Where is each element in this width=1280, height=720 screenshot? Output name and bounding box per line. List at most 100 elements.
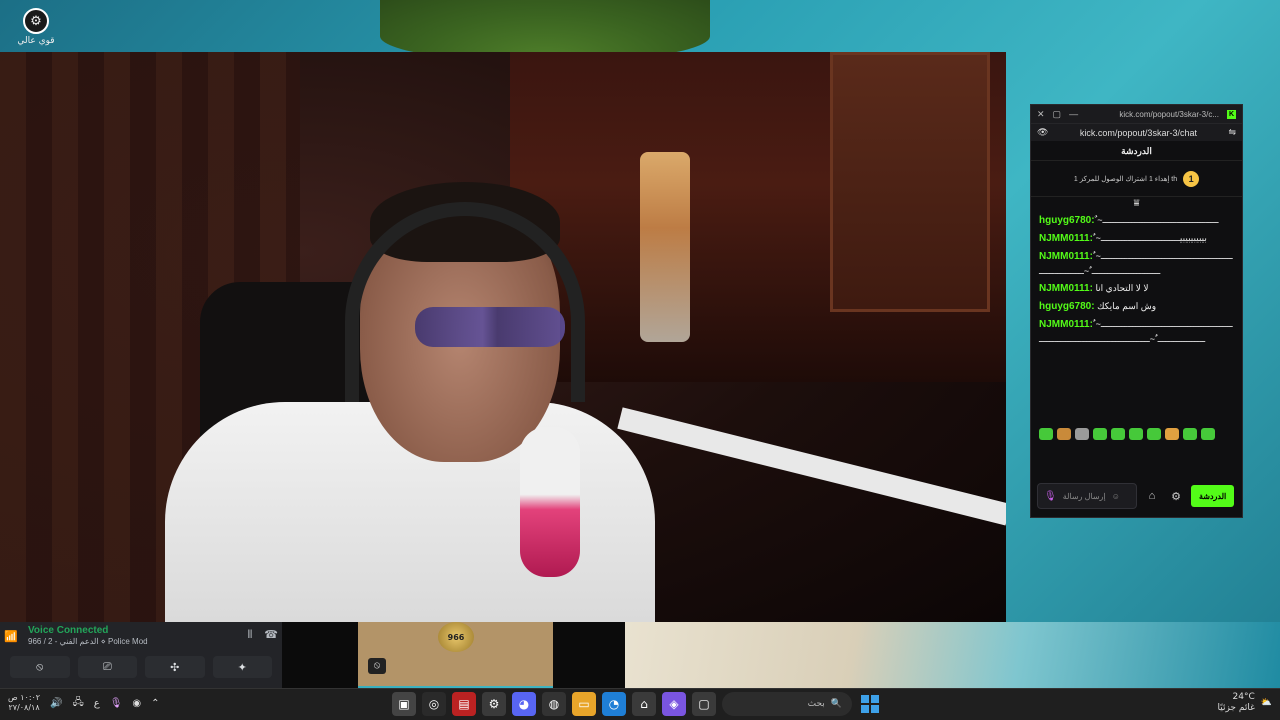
camera-off-button[interactable]: ⦸: [10, 656, 70, 678]
settings-app-icon[interactable]: ⚙: [482, 692, 506, 716]
weather-widget[interactable]: 24°C غائم جزئيًا ⛅: [1217, 692, 1272, 714]
app-tray-icon[interactable]: ◉: [132, 698, 141, 709]
emote-icon[interactable]: [1057, 428, 1071, 440]
chat-message-text: ٌ~ــــــــــــــــــــــــــــــــــــــ…: [1097, 215, 1219, 225]
screen-share-icon: ⎚: [102, 660, 112, 673]
chat-message: NJMM0111: ٌ~بيبيبيبيبيــــــــــــــــــ…: [1039, 231, 1234, 246]
chat-message: NJMM0111: ٌ~ــــــــــــــــــــــــــــ…: [1039, 249, 1234, 278]
chat-message: NJMM0111: ٌ~ــــــــــــــــــــــــــــ…: [1039, 317, 1234, 346]
tune-icon[interactable]: ⇋: [1228, 127, 1236, 138]
wallpaper-beach: [625, 622, 1280, 688]
emote-icon[interactable]: [1111, 428, 1125, 440]
chat-popout-window: ✕ ▢ — kick.com/popout/3skar-3/c... K 👁 k…: [1030, 104, 1243, 518]
chat-header: الدردشة: [1031, 141, 1242, 161]
chat-message-text: وش اسم مايكك: [1097, 301, 1157, 311]
emote-bar: [1031, 425, 1242, 443]
screen-share-button[interactable]: ⎚: [77, 656, 137, 678]
chat-input-placeholder: إرسال رسالة: [1062, 491, 1106, 501]
eye-icon[interactable]: 👁: [1037, 127, 1048, 138]
emoji-icon[interactable]: ☺: [1112, 492, 1120, 501]
emote-icon[interactable]: [1183, 428, 1197, 440]
mic-tray-icon[interactable]: 🎙: [110, 698, 123, 709]
chat-username[interactable]: NJMM0111:: [1039, 283, 1093, 294]
chat-input[interactable]: 🎙 إرسال رسالة ☺: [1037, 483, 1137, 509]
taskbar-app-icon[interactable]: ▣: [392, 692, 416, 716]
chrome-app-icon[interactable]: ◍: [542, 692, 566, 716]
chat-send-button[interactable]: الدردشة: [1191, 485, 1235, 507]
weather-cloud-icon: ⛅: [1260, 698, 1272, 708]
file-explorer-icon[interactable]: ▭: [572, 692, 596, 716]
taskbar-clock[interactable]: ١٠:٠٢ ص ٢٧/٠٨/١٨: [8, 693, 40, 713]
chat-url[interactable]: kick.com/popout/3skar-3/chat: [1054, 128, 1222, 138]
pinned-message[interactable]: إهداء 1 اشتراك الوصول للمركز 1 th 1: [1031, 161, 1242, 197]
emote-icon[interactable]: [1201, 428, 1215, 440]
store-app-icon[interactable]: ⌂: [632, 692, 656, 716]
chevron-up-icon[interactable]: ⌃: [151, 698, 159, 709]
emote-icon[interactable]: [1075, 428, 1089, 440]
chat-window-title: kick.com/popout/3skar-3/c...: [1119, 109, 1219, 119]
discord-app-icon[interactable]: ◕: [512, 692, 536, 716]
collapse-icon[interactable]: ⩸: [1031, 197, 1242, 211]
stream-video[interactable]: [0, 52, 1006, 622]
maximize-icon[interactable]: ▢: [1053, 109, 1062, 120]
emote-icon[interactable]: [1129, 428, 1143, 440]
weather-temp: 24°C: [1232, 692, 1255, 702]
chat-username[interactable]: NJMM0111:: [1039, 233, 1093, 244]
chat-username[interactable]: NJMM0111:: [1039, 319, 1093, 330]
close-icon[interactable]: ✕: [1037, 109, 1045, 120]
emote-icon[interactable]: [1093, 428, 1107, 440]
search-icon: 🔍: [830, 699, 842, 709]
disconnect-icon[interactable]: ☎: [264, 628, 278, 642]
edge-app-icon[interactable]: ◔: [602, 692, 626, 716]
network-icon[interactable]: 🖧: [73, 695, 84, 712]
kick-logo-icon: K: [1227, 109, 1236, 119]
soundboard-button[interactable]: ✦: [212, 656, 272, 678]
chat-username[interactable]: NJMM0111:: [1039, 251, 1093, 262]
chat-username[interactable]: hguyg6780:: [1039, 215, 1095, 226]
clock-time: ١٠:٠٢ ص: [8, 693, 41, 702]
minimize-icon[interactable]: —: [1069, 109, 1078, 119]
language-indicator[interactable]: ع: [94, 698, 100, 709]
chat-message-list: hguyg6780: ٌ~ـــــــــــــــــــــــــــ…: [1031, 211, 1242, 425]
taskbar: ١٠:٠٢ ص ٢٧/٠٨/١٨ 🔊 🖧 ع 🎙 ◉ ⌃ ▣ ◎ ▤ ⚙ ◕ ◍…: [0, 688, 1280, 720]
video-mic-arm: [617, 407, 1006, 526]
chat-message-text: لا لا التحادي انا: [1095, 283, 1149, 293]
store-icon[interactable]: ⌂: [1143, 490, 1161, 502]
taskbar-app-icon[interactable]: ▢: [692, 692, 716, 716]
weather-desc: غائم جزئيًا: [1217, 703, 1255, 713]
signal-icon[interactable]: 📶: [4, 630, 18, 643]
voice-status-title[interactable]: Voice Connected: [28, 625, 108, 636]
start-button[interactable]: [858, 692, 882, 716]
chat-message: NJMM0111: لا لا التحادي انا: [1039, 281, 1234, 296]
rank-badge: 966: [438, 622, 474, 652]
taskbar-app-icon[interactable]: ▤: [452, 692, 476, 716]
emote-icon[interactable]: [1147, 428, 1161, 440]
emote-icon[interactable]: [1165, 428, 1179, 440]
chat-username[interactable]: hguyg6780:: [1039, 301, 1095, 312]
video-cabinet-door: [830, 52, 990, 312]
microphone-icon[interactable]: 🎙: [1044, 491, 1057, 502]
video-vase: [640, 152, 690, 342]
clock-date: ٢٧/٠٨/١٨: [8, 703, 40, 712]
chat-titlebar: ✕ ▢ — kick.com/popout/3skar-3/c... K: [1031, 105, 1242, 123]
volume-icon[interactable]: 🔊: [50, 698, 62, 709]
voice-channel-label: الدعم الفني - 2 / 966 ⋄ Police Mod: [28, 637, 148, 646]
settings-gear-icon[interactable]: ⚙: [1167, 490, 1185, 503]
emote-icon[interactable]: [1039, 428, 1053, 440]
chat-message-text: ٌ~بيبيبيبيبيــــــــــــــــــــــــــــ…: [1095, 233, 1207, 243]
camera-off-small-icon[interactable]: ⦸: [368, 658, 386, 674]
copilot-app-icon[interactable]: ◈: [662, 692, 686, 716]
desktop-shortcut[interactable]: ⚙ قوي عالي: [14, 6, 58, 46]
chat-message: hguyg6780: وش اسم مايكك: [1039, 299, 1234, 314]
overlay-dark-right: [553, 622, 625, 688]
taskbar-search[interactable]: بحث 🔍: [722, 692, 852, 716]
search-label: بحث: [807, 699, 825, 709]
soundboard-icon: ✦: [237, 660, 247, 674]
noise-suppression-icon[interactable]: ⫴: [248, 628, 253, 642]
system-tray: ١٠:٠٢ ص ٢٧/٠٨/١٨ 🔊 🖧 ع 🎙 ◉ ⌃: [8, 693, 160, 713]
chat-message: hguyg6780: ٌ~ـــــــــــــــــــــــــــ…: [1039, 213, 1234, 228]
activities-button[interactable]: ✣: [145, 656, 205, 678]
taskbar-app-icon[interactable]: ◎: [422, 692, 446, 716]
wallpaper-cliff: [380, 0, 710, 60]
chat-input-row: 🎙 إرسال رسالة ☺ ⌂ ⚙ الدردشة: [1037, 483, 1236, 509]
